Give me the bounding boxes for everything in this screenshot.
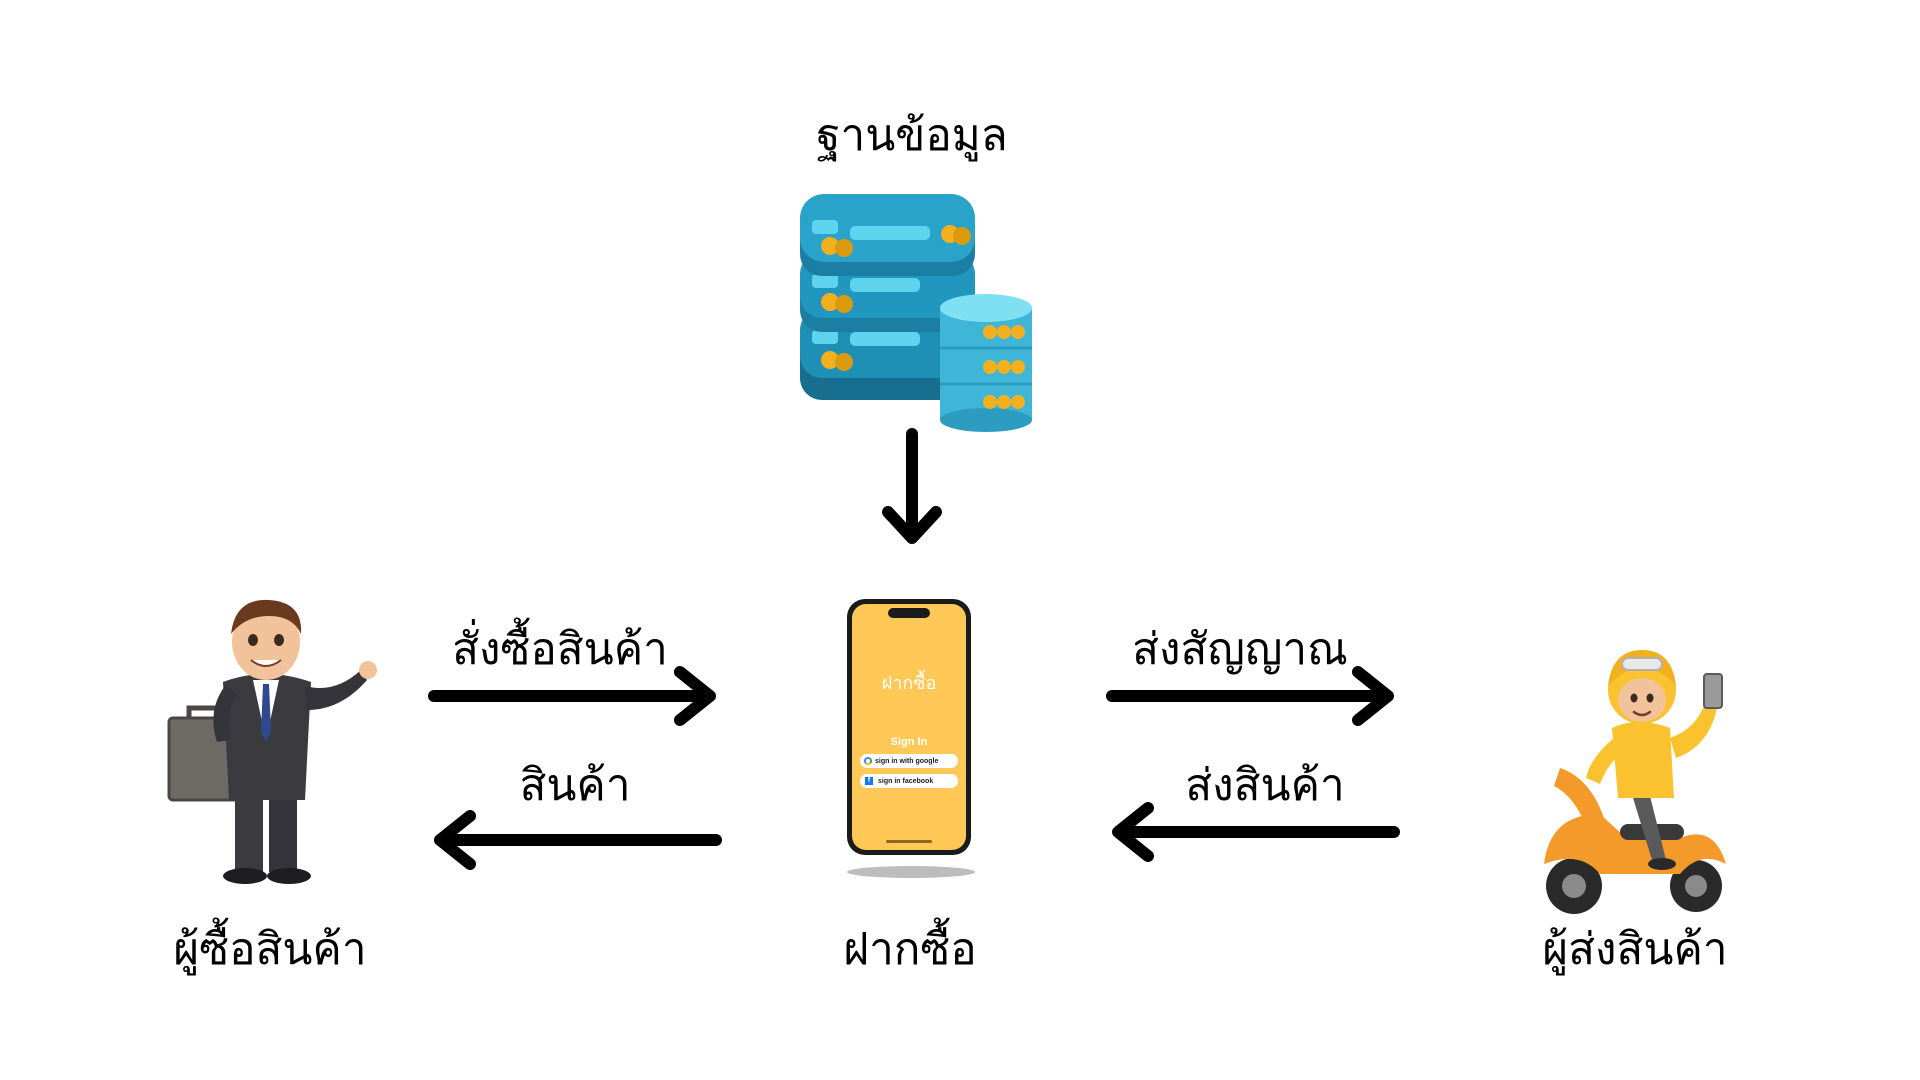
arrow-app-to-buyer (434, 810, 722, 870)
facebook-icon: f (865, 777, 873, 785)
diagram-canvas: ฐานข้อมูล ผู้ซื้อสินค้า สั่งซื้อสินค้า ส… (0, 0, 1920, 1080)
phone-app-title: ฝากซื้อ (881, 673, 937, 693)
courier-label: ผู้ส่งสินค้า (1542, 924, 1728, 975)
phone-frame (847, 599, 971, 855)
app-label: ฝากซื้อ (843, 924, 977, 975)
arrow-buyer-to-app (428, 666, 716, 726)
google-signin-button[interactable]: sign in with google (860, 754, 958, 768)
arrow-database-to-app (882, 428, 942, 544)
facebook-signin-button[interactable]: f sign in facebook (860, 774, 958, 788)
phone-signin-heading: Sign In (890, 736, 928, 748)
arrow-courier-to-app (1112, 802, 1400, 862)
database-label: ฐานข้อมูล (816, 110, 1008, 161)
buyer-label: ผู้ซื้อสินค้า (173, 924, 367, 975)
facebook-signin-label: sign in facebook (878, 777, 934, 785)
phone-shadow (847, 866, 975, 878)
smartphone-icon: ฝากซื้อ Sign In sign in with google f si… (846, 598, 972, 860)
businessman-icon (167, 599, 377, 884)
arrow-app-to-courier (1106, 666, 1394, 726)
google-signin-label: sign in with google (875, 757, 939, 765)
google-icon (864, 757, 872, 765)
edge-label-goods: สินค้า (519, 760, 631, 811)
database-server-icon (800, 194, 1032, 432)
scooter-rider-icon (1544, 650, 1726, 914)
